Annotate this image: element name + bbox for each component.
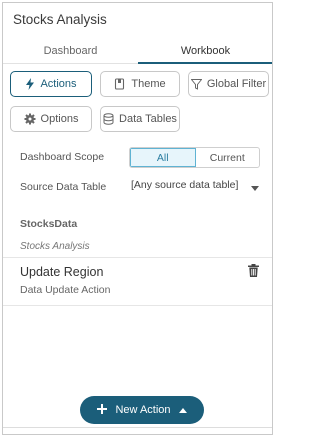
caret-up-icon bbox=[178, 404, 187, 416]
database-icon bbox=[103, 113, 114, 125]
data-tables-label: Data Tables bbox=[119, 113, 177, 125]
scope-option-all[interactable]: All bbox=[130, 148, 196, 167]
plus-icon bbox=[97, 403, 108, 417]
options-label: Options bbox=[40, 113, 79, 125]
new-action-button[interactable]: New Action bbox=[80, 396, 204, 424]
chevron-down-icon bbox=[251, 182, 259, 194]
divider bbox=[3, 257, 272, 258]
theme-button[interactable]: Theme bbox=[100, 71, 180, 97]
new-action-label: New Action bbox=[115, 404, 171, 416]
options-button[interactable]: Options bbox=[10, 106, 92, 132]
data-tables-button[interactable]: Data Tables bbox=[100, 106, 180, 132]
dashboard-scope-label: Dashboard Scope bbox=[20, 151, 105, 163]
theme-label: Theme bbox=[131, 78, 166, 90]
panel-title: Stocks Analysis bbox=[13, 12, 107, 27]
trash-icon[interactable] bbox=[248, 264, 259, 282]
source-data-table-value: [Any source data table] bbox=[131, 179, 239, 191]
action-type: Data Update Action bbox=[20, 284, 111, 296]
source-data-table-label: Source Data Table bbox=[20, 181, 107, 193]
actions-label: Actions bbox=[40, 78, 77, 90]
global-filter-button[interactable]: Global Filter bbox=[188, 71, 269, 97]
global-filter-label: Global Filter bbox=[206, 78, 267, 90]
group-subtitle: Stocks Analysis bbox=[20, 241, 90, 252]
tab-dashboard[interactable]: Dashboard bbox=[3, 39, 138, 63]
gear-icon bbox=[24, 113, 36, 125]
action-name[interactable]: Update Region bbox=[20, 265, 103, 279]
dashboard-scope-toggle: All Current bbox=[129, 147, 260, 168]
theme-book-icon bbox=[114, 78, 126, 90]
scope-option-current[interactable]: Current bbox=[196, 148, 260, 167]
divider bbox=[3, 305, 272, 306]
filter-icon bbox=[190, 78, 202, 90]
tab-bar: Dashboard Workbook bbox=[3, 39, 272, 64]
source-data-table-select[interactable]: [Any source data table] bbox=[131, 176, 261, 194]
bolt-icon bbox=[25, 78, 35, 90]
footer-divider bbox=[3, 427, 272, 428]
active-tab-indicator bbox=[138, 62, 272, 64]
actions-button[interactable]: Actions bbox=[10, 71, 92, 97]
workbook-panel: Stocks Analysis Dashboard Workbook Actio… bbox=[2, 2, 273, 435]
group-title: StocksData bbox=[20, 218, 78, 230]
tab-workbook[interactable]: Workbook bbox=[138, 39, 272, 63]
